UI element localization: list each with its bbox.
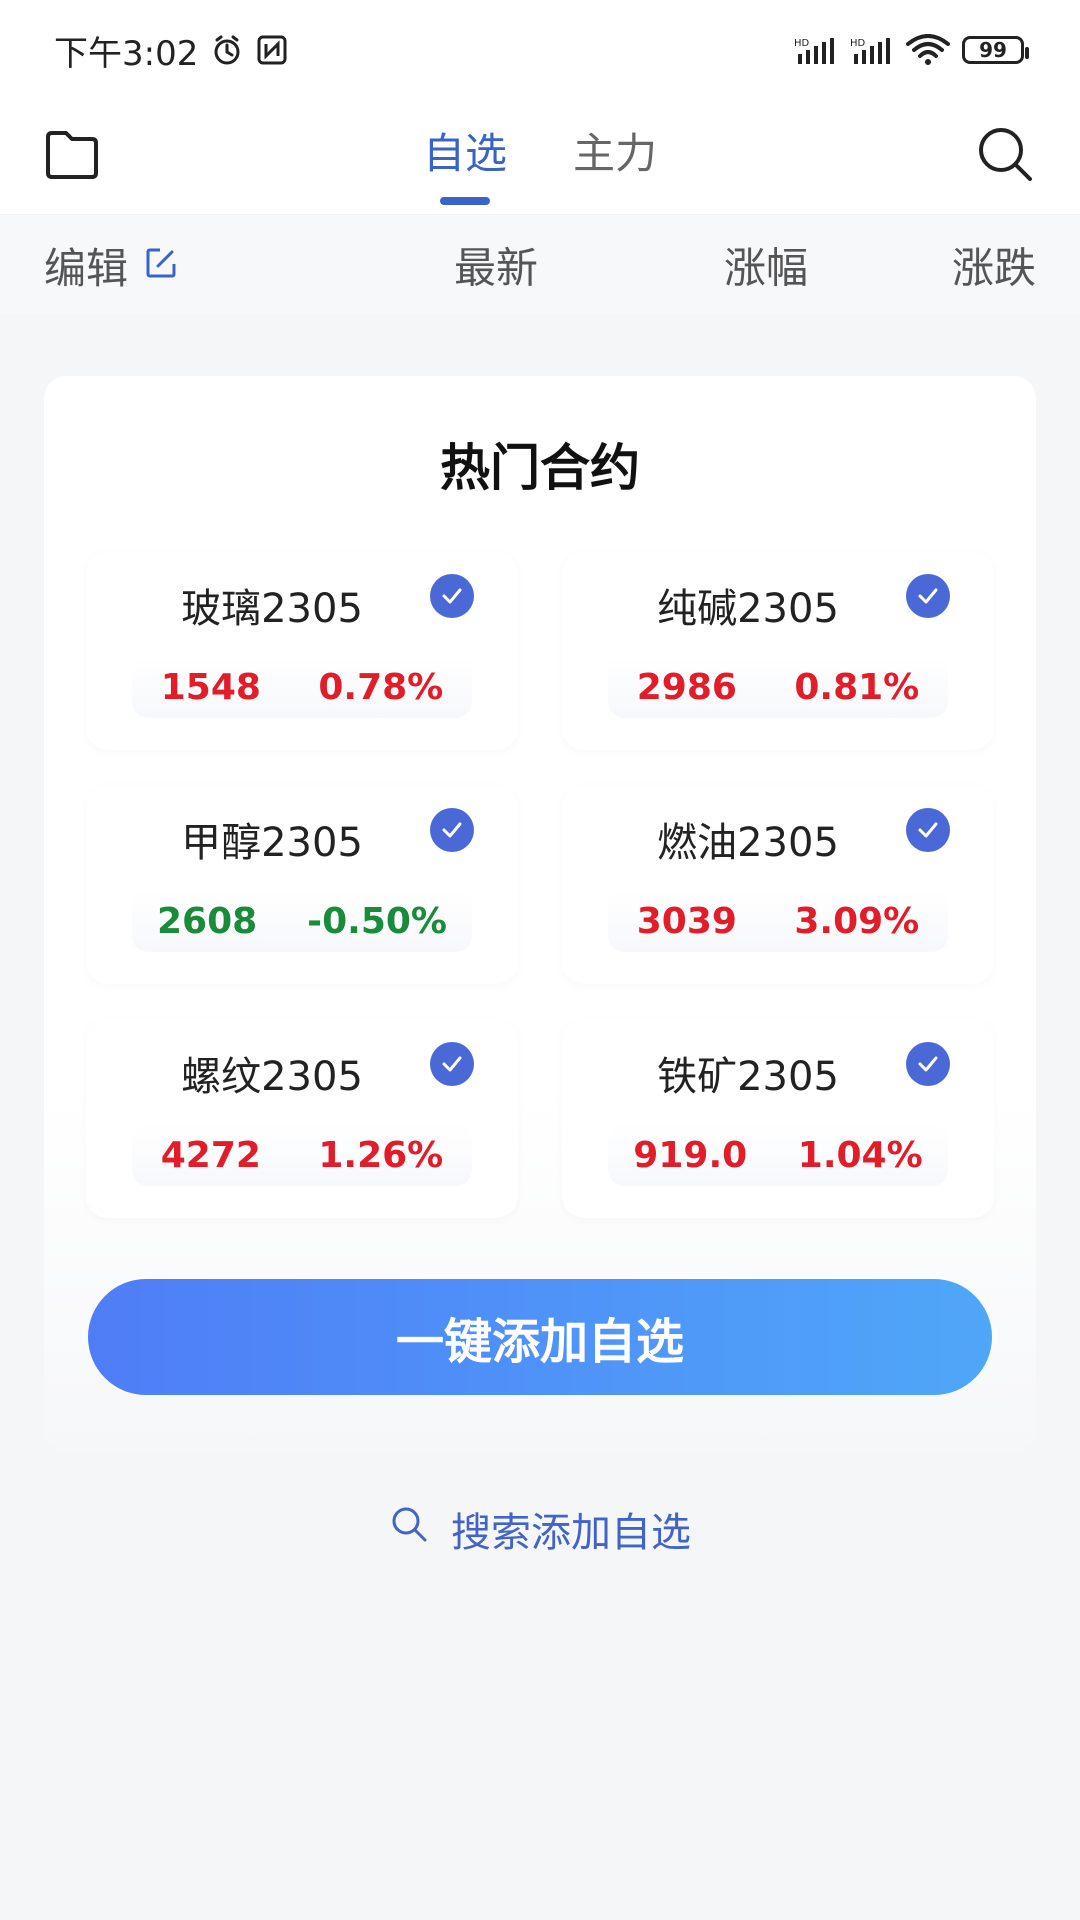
hot-contracts-panel: 热门合约 玻璃2305 1548 0.78% 纯碱2305 2986 0.81%… <box>44 376 1036 1451</box>
contract-pct: 3.09% <box>794 900 920 942</box>
contract-card-fuel-oil[interactable]: 燃油2305 3039 3.09% <box>562 786 994 984</box>
sort-change-pct[interactable]: 涨幅 <box>724 235 808 296</box>
tab-watchlist[interactable]: 自选 <box>422 120 507 205</box>
search-add-label: 搜索添加自选 <box>451 1510 691 1556</box>
status-time: 下午3:02 <box>54 33 199 74</box>
status-bar: 下午3:02 HD HD 99 <box>0 0 1080 100</box>
alarm-icon <box>210 33 244 67</box>
svg-text:HD: HD <box>794 38 810 49</box>
edit-icon <box>144 241 178 290</box>
signal-icon-2: HD <box>850 36 894 64</box>
contract-pct: 0.81% <box>794 666 920 708</box>
sort-latest[interactable]: 最新 <box>454 235 538 296</box>
top-nav: 自选 主力 <box>0 100 1080 215</box>
sort-change[interactable]: 涨跌 <box>952 235 1036 296</box>
add-all-watchlist-button[interactable]: 一键添加自选 <box>88 1279 992 1395</box>
contracts-grid: 玻璃2305 1548 0.78% 纯碱2305 2986 0.81% 甲醇23… <box>86 552 994 1218</box>
check-icon[interactable] <box>906 1042 950 1086</box>
edit-button[interactable]: 编辑 <box>44 235 364 296</box>
edit-label: 编辑 <box>44 243 129 293</box>
check-icon[interactable] <box>430 808 474 852</box>
contract-pct: 1.26% <box>318 1134 444 1176</box>
contract-pct: -0.50% <box>307 900 447 942</box>
battery-icon: 99 <box>962 36 1029 64</box>
search-add-link[interactable]: 搜索添加自选 <box>0 1500 1080 1558</box>
search-icon[interactable] <box>976 125 1036 189</box>
contract-price: 1548 <box>160 666 261 708</box>
tab-label: 主力 <box>573 129 658 178</box>
check-icon[interactable] <box>430 574 474 618</box>
search-icon <box>389 1504 429 1554</box>
contract-price: 3039 <box>636 900 737 942</box>
contract-pct: 1.04% <box>797 1134 923 1176</box>
svg-text:HD: HD <box>850 38 866 49</box>
check-icon[interactable] <box>430 1042 474 1086</box>
contract-price: 919.0 <box>633 1134 748 1176</box>
contract-card-soda-ash[interactable]: 纯碱2305 2986 0.81% <box>562 552 994 750</box>
panel-title: 热门合约 <box>440 439 640 497</box>
contract-price: 2608 <box>156 900 258 942</box>
check-icon[interactable] <box>906 808 950 852</box>
tab-main-contract[interactable]: 主力 <box>573 120 657 199</box>
folder-icon[interactable] <box>44 127 100 187</box>
contract-pct: 0.78% <box>318 666 444 708</box>
contract-price: 2986 <box>636 666 737 708</box>
contract-card-iron-ore[interactable]: 铁矿2305 919.0 1.04% <box>562 1020 994 1218</box>
sort-header: 编辑 最新 涨幅 涨跌 <box>0 215 1080 315</box>
tab-bar: 自选 主力 <box>422 120 657 205</box>
tab-active-indicator <box>439 197 490 205</box>
contract-card-methanol[interactable]: 甲醇2305 2608 -0.50% <box>86 786 518 984</box>
contract-card-rebar[interactable]: 螺纹2305 4272 1.26% <box>86 1020 518 1218</box>
nfc-icon <box>256 34 288 66</box>
contract-price: 4272 <box>160 1134 261 1176</box>
tab-label: 自选 <box>422 129 507 178</box>
contract-card-glass[interactable]: 玻璃2305 1548 0.78% <box>86 552 518 750</box>
signal-icon: HD <box>794 36 838 64</box>
wifi-icon <box>906 34 950 66</box>
check-icon[interactable] <box>906 574 950 618</box>
